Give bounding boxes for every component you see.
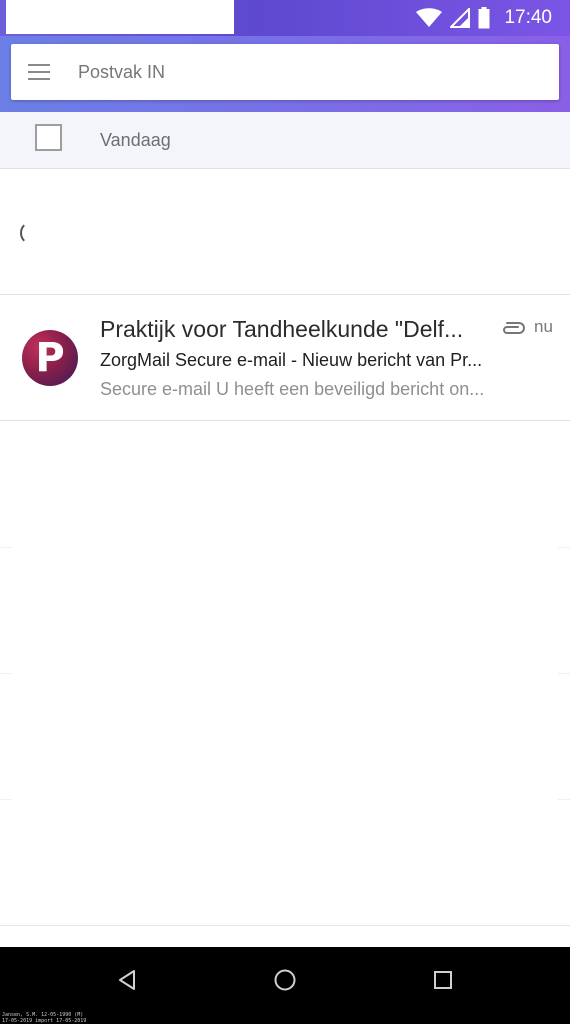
select-all-checkbox[interactable] <box>35 124 62 151</box>
divider <box>0 673 12 674</box>
overlay-line-2: 17-05-2019 import 17-05-2019 <box>2 1018 87 1024</box>
mailbox-title: Postvak IN <box>78 61 166 82</box>
loading-spinner-icon <box>20 221 44 245</box>
battery-icon <box>478 7 490 29</box>
home-icon[interactable] <box>272 967 298 993</box>
date-section-header: Vandaag <box>0 112 570 169</box>
status-bar: 17:40 <box>0 0 570 36</box>
signal-icon <box>450 8 471 28</box>
divider <box>558 799 570 800</box>
section-label: Vandaag <box>100 130 171 150</box>
divider <box>0 925 570 926</box>
recents-icon[interactable] <box>430 967 456 993</box>
empty-list-area <box>0 421 570 947</box>
loading-row <box>0 169 570 295</box>
sender-avatar: P <box>22 330 78 386</box>
divider <box>0 547 12 548</box>
status-time: 17:40 <box>504 7 552 28</box>
attachment-icon <box>503 322 525 334</box>
status-icons: 17:40 <box>416 4 552 32</box>
divider <box>558 673 570 674</box>
hamburger-menu-icon[interactable] <box>28 64 50 80</box>
divider <box>0 799 12 800</box>
overlay-caption: Jansen, S.M. 12-05-1990 (M) 17-05-2019 i… <box>2 1012 86 1024</box>
mail-preview: Secure e-mail U heeft een beveiligd beri… <box>100 379 485 399</box>
wifi-icon <box>416 8 443 27</box>
mailbox-title-bar[interactable]: Postvak IN <box>11 44 559 100</box>
back-icon[interactable] <box>114 967 140 993</box>
mail-sender: Praktijk voor Tandheelkunde "Delf... <box>100 316 464 342</box>
mail-time: nu <box>534 317 553 336</box>
mail-subject: ZorgMail Secure e-mail - Nieuw bericht v… <box>100 350 483 370</box>
status-bar-blank-area <box>6 0 234 34</box>
mail-list-item[interactable]: P Praktijk voor Tandheelkunde "Delf... n… <box>0 296 570 421</box>
divider <box>558 547 570 548</box>
